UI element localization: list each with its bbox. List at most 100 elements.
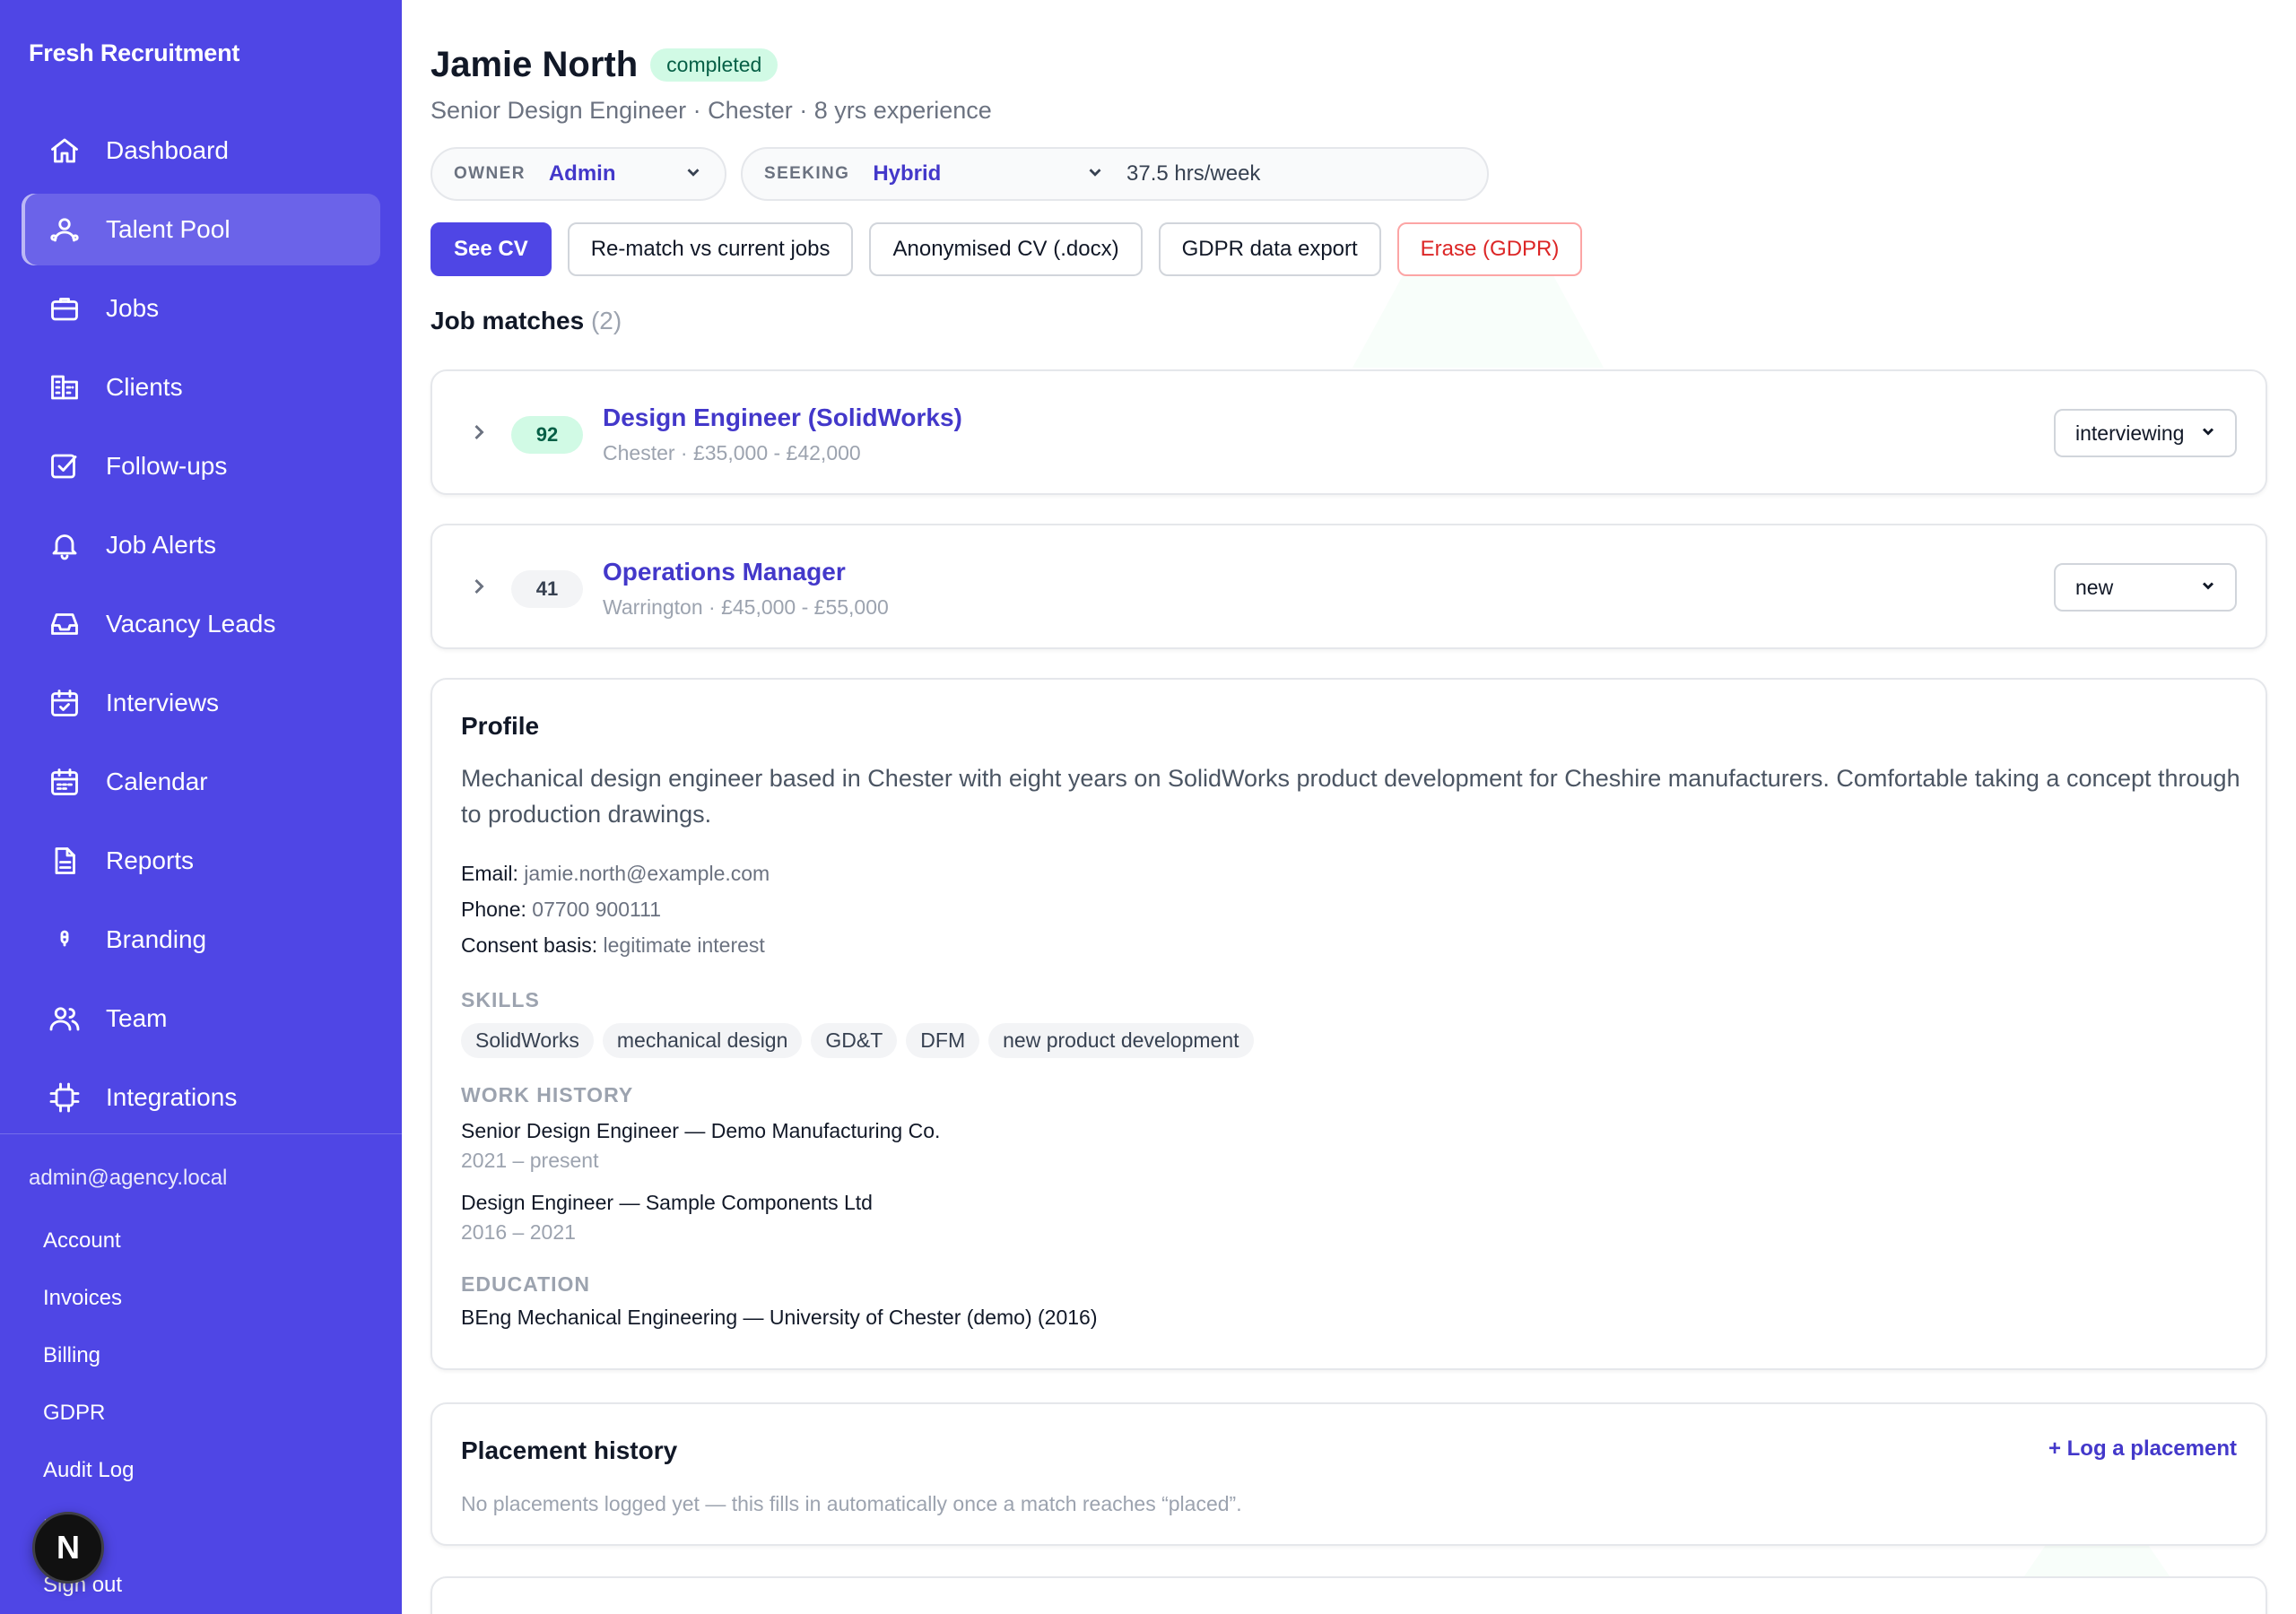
main-content: Jamie North completed Senior Design Engi… — [402, 0, 2296, 1614]
seeking-select[interactable]: SEEKING Hybrid — [764, 161, 1105, 187]
match-job-title[interactable]: Operations Manager — [603, 558, 846, 586]
work-role: Senior Design Engineer — Demo Manufactur… — [461, 1119, 941, 1142]
chevron-right-icon[interactable] — [466, 574, 491, 603]
email-row: Email: jamie.north@example.com — [461, 855, 2237, 891]
next-section-card — [430, 1576, 2267, 1614]
sidebar-item-label: Team — [106, 1004, 168, 1032]
skills-list: SolidWorks mechanical design GD&T DFM ne… — [461, 1023, 2237, 1058]
team-icon — [48, 1002, 81, 1035]
background-decoration — [1352, 269, 1604, 368]
gdpr-export-button[interactable]: GDPR data export — [1158, 222, 1381, 276]
calendar-check-icon — [48, 687, 81, 719]
profile-summary: Mechanical design engineer based in Ches… — [461, 765, 2240, 828]
sidebar: Fresh Recruitment Dashboard Talent Pool … — [0, 0, 402, 1614]
seeking-label: SEEKING — [764, 164, 850, 183]
sidebar-item-vacancy-leads[interactable]: Vacancy Leads — [22, 588, 380, 660]
sub-item-account[interactable]: Account — [43, 1212, 134, 1270]
sidebar-item-label: Branding — [106, 925, 207, 953]
sidebar-item-label: Vacancy Leads — [106, 610, 276, 638]
chip-icon — [48, 1081, 81, 1114]
skill-tag: DFM — [906, 1023, 980, 1058]
sidebar-item-job-alerts[interactable]: Job Alerts — [22, 509, 380, 581]
profile-card: Profile Mechanical design engineer based… — [430, 678, 2267, 1370]
sub-item-billing[interactable]: Billing — [43, 1327, 134, 1384]
sidebar-item-jobs[interactable]: Jobs — [22, 273, 380, 344]
candidate-subtitle: Senior Design Engineer · Chester · 8 yrs… — [430, 97, 992, 124]
sidebar-item-team[interactable]: Team — [22, 983, 380, 1054]
candidate-name: Jamie North — [430, 45, 639, 84]
chevron-down-icon — [2199, 576, 2217, 600]
work-history-item: Design Engineer — Sample Components Ltd … — [461, 1188, 2237, 1247]
candidate-header: Jamie North completed — [430, 45, 778, 85]
work-history-label: WORK HISTORY — [461, 1083, 634, 1106]
match-status-select[interactable]: interviewing — [2054, 409, 2237, 457]
erase-gdpr-button[interactable]: Erase (GDPR) — [1396, 222, 1583, 276]
sidebar-item-follow-ups[interactable]: Follow-ups — [22, 430, 380, 502]
chevron-down-icon — [683, 162, 703, 187]
sidebar-item-dashboard[interactable]: Dashboard — [22, 115, 380, 187]
sidebar-item-interviews[interactable]: Interviews — [22, 667, 380, 739]
job-matches-title: Job matches — [430, 307, 585, 334]
seeking-value: Hybrid — [873, 161, 942, 186]
job-match-card[interactable]: 92 Design Engineer (SolidWorks) Chester … — [430, 369, 2267, 495]
email-value[interactable]: jamie.north@example.com — [524, 862, 770, 885]
work-role: Design Engineer — Sample Components Ltd — [461, 1191, 873, 1214]
sidebar-item-label: Dashboard — [106, 136, 229, 164]
brush-icon — [48, 924, 81, 956]
see-cv-button[interactable]: See CV — [430, 222, 552, 276]
sidebar-item-label: Calendar — [106, 768, 208, 795]
sidebar-divider — [0, 1133, 402, 1134]
bell-icon — [48, 529, 81, 561]
sidebar-item-label: Follow-ups — [106, 452, 228, 480]
work-history-item: Senior Design Engineer — Demo Manufactur… — [461, 1116, 2237, 1176]
owner-select[interactable]: OWNER Admin — [430, 147, 726, 201]
sub-item-gdpr[interactable]: GDPR — [43, 1384, 134, 1442]
job-match-card[interactable]: 41 Operations Manager Warrington · £45,0… — [430, 524, 2267, 649]
inbox-icon — [48, 608, 81, 640]
sidebar-item-label: Job Alerts — [106, 531, 216, 559]
chevron-down-icon — [2199, 421, 2217, 446]
action-buttons: See CV Re-match vs current jobs Anonymis… — [430, 222, 1598, 276]
match-job-meta: Chester · £35,000 - £42,000 — [603, 441, 861, 464]
chevron-right-icon[interactable] — [466, 420, 491, 449]
owner-value: Admin — [548, 161, 616, 186]
job-matches-count: (2) — [590, 307, 622, 334]
job-matches-heading: Job matches (2) — [430, 307, 622, 335]
sidebar-item-calendar[interactable]: Calendar — [22, 746, 380, 818]
phone-row: Phone: 07700 900111 — [461, 891, 2237, 927]
consent-label: Consent basis: — [461, 933, 598, 957]
sub-item-audit-log[interactable]: Audit Log — [43, 1442, 134, 1499]
profile-title: Profile — [461, 712, 540, 740]
match-score: 41 — [511, 570, 583, 608]
sub-item-invoices[interactable]: Invoices — [43, 1270, 134, 1327]
sidebar-item-integrations[interactable]: Integrations — [22, 1062, 380, 1133]
chevron-down-icon — [1085, 162, 1105, 187]
work-dates: 2016 – 2021 — [461, 1220, 576, 1244]
consent-row: Consent basis: legitimate interest — [461, 927, 2237, 963]
match-job-title[interactable]: Design Engineer (SolidWorks) — [603, 404, 962, 432]
skill-tag: GD&T — [811, 1023, 898, 1058]
sidebar-item-clients[interactable]: Clients — [22, 351, 380, 423]
status-badge: completed — [650, 48, 778, 82]
anonymised-cv-button[interactable]: Anonymised CV (.docx) — [869, 222, 1143, 276]
match-status-select[interactable]: new — [2054, 563, 2237, 612]
owner-label: OWNER — [454, 164, 526, 183]
candidate-controls: OWNER Admin SEEKING Hybrid 37.5 hrs/week — [430, 147, 1489, 201]
calendar-icon — [48, 766, 81, 798]
sidebar-item-branding[interactable]: Branding — [22, 904, 380, 976]
email-label: Email: — [461, 862, 518, 885]
skills-label: SKILLS — [461, 988, 540, 1011]
hours-per-week[interactable]: 37.5 hrs/week — [1126, 161, 1260, 187]
match-job-meta: Warrington · £45,000 - £55,000 — [603, 595, 889, 619]
dev-tools-badge[interactable]: N — [32, 1512, 104, 1584]
rematch-button[interactable]: Re-match vs current jobs — [567, 222, 854, 276]
sidebar-nav: Dashboard Talent Pool Jobs Clients Follo… — [22, 115, 380, 1141]
match-status-value: new — [2075, 575, 2114, 599]
sidebar-item-talent-pool[interactable]: Talent Pool — [22, 194, 380, 265]
placement-history-card: Placement history + Log a placement No p… — [430, 1402, 2267, 1546]
log-placement-link[interactable]: + Log a placement — [2048, 1436, 2237, 1462]
sidebar-item-reports[interactable]: Reports — [22, 825, 380, 897]
phone-value[interactable]: 07700 900111 — [532, 898, 661, 921]
users-network-icon — [48, 213, 81, 246]
skill-tag: mechanical design — [602, 1023, 803, 1058]
